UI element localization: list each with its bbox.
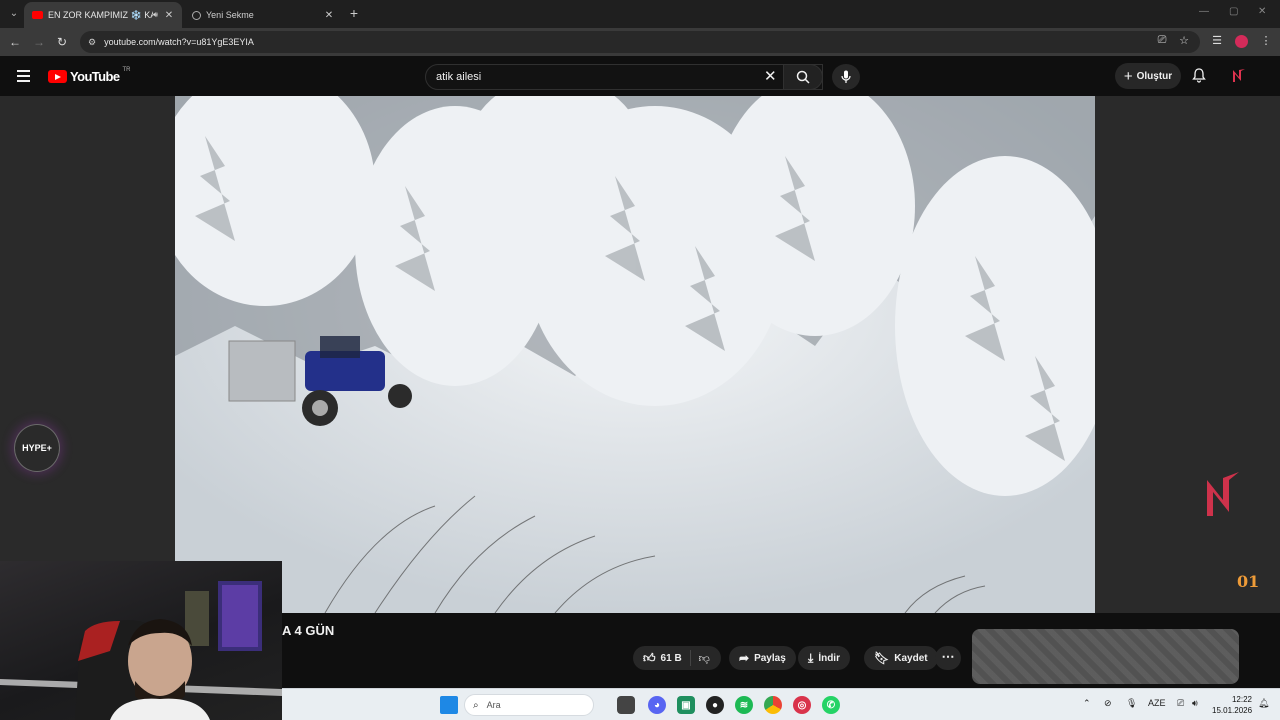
search-button[interactable] [783, 64, 823, 90]
bookmark-star-icon[interactable]: ☆ [1177, 34, 1191, 47]
hype-badge: HYPE+ [14, 424, 60, 472]
spotify-icon[interactable]: ≋ [735, 696, 753, 714]
new-tab-plus-icon[interactable]: + [347, 6, 361, 20]
tab-search-chevron-icon[interactable]: ⌄ [6, 6, 22, 22]
site-info-icon[interactable]: ⚙ [88, 37, 96, 48]
obs-icon[interactable]: ● [706, 696, 724, 714]
taskbar-search[interactable]: ⌕ Ara [464, 694, 594, 716]
youtube-header: YouTube TR atik ailesi ✕ + Oluştur [0, 56, 1280, 96]
app-green-icon[interactable]: ▣ [677, 696, 695, 714]
share-button[interactable]: ➦ Paylaş [729, 646, 796, 670]
download-icon: ⤓ [808, 650, 814, 665]
thumbs-down-icon: 👎︎ [698, 652, 710, 665]
minimize-icon[interactable]: — [1199, 6, 1209, 17]
keyboard-language[interactable]: AZE [1148, 698, 1166, 708]
download-button[interactable]: ⤓ İndir [798, 646, 850, 670]
channel-avatar-icon[interactable] [1232, 68, 1246, 83]
logo-wordmark: YouTube [70, 69, 120, 84]
network-icon[interactable]: ⎚ [1177, 698, 1184, 709]
windows-start-icon[interactable] [440, 696, 458, 714]
globe-icon [192, 10, 201, 20]
close-window-icon[interactable]: ✕ [1258, 6, 1266, 17]
video-title: A 4 GÜN [282, 623, 335, 638]
youtube-logo[interactable]: YouTube TR [48, 66, 131, 84]
profile-avatar[interactable] [1235, 35, 1248, 48]
taskbar-clock[interactable]: 12:22 15.01.2026 [1212, 694, 1252, 716]
search-icon [796, 70, 810, 84]
browser-tab-strip: ⌄ EN ZOR KAMPIMIZ ❄️ KAR 🔊︎ ✕ Yeni Sekme… [0, 0, 1280, 28]
tab-title: Yeni Sekme [206, 10, 254, 20]
create-label: Oluştur [1136, 70, 1173, 82]
url-text: youtube.com/watch?v=u81YgE3EYIA [104, 37, 254, 47]
tray-mic-icon[interactable]: 🎙︎ [1126, 698, 1137, 709]
thumbs-up-icon: 👍︎ [643, 650, 656, 665]
webcam-person-image [0, 581, 282, 720]
browser-toolbar: ← → ↻ ⚙ youtube.com/watch?v=u81YgE3EYIA … [0, 28, 1280, 56]
reading-list-icon[interactable]: ☰ [1210, 34, 1224, 47]
volume-icon[interactable]: 🔊︎ [1192, 698, 1198, 709]
more-actions-button[interactable]: ⋯ [935, 646, 961, 670]
microphone-icon [841, 70, 851, 83]
voice-search-button[interactable] [832, 64, 860, 90]
tab-new[interactable]: Yeni Sekme ✕ [184, 2, 342, 28]
tab-video[interactable]: EN ZOR KAMPIMIZ ❄️ KAR 🔊︎ ✕ [24, 2, 182, 28]
cast-icon[interactable]: ⎚ [1155, 34, 1169, 47]
clock-date: 15.01.2026 [1212, 706, 1253, 715]
bookmark-icon: 🔖︎ [874, 651, 890, 665]
tab-title: EN ZOR KAMPIMIZ ❄️ KAR [48, 9, 153, 20]
taskbar-file-explorer-icon[interactable] [617, 696, 635, 714]
discord-icon[interactable]: ◕ [648, 696, 666, 714]
recommendation-card[interactable] [972, 629, 1239, 684]
channel-badge: 01 [1237, 572, 1260, 591]
tray-app-icon[interactable]: ⊘ [1104, 698, 1112, 709]
app-red-icon[interactable]: ◎ [793, 696, 811, 714]
search-icon: ⌕ [473, 699, 479, 711]
like-count: 61 B [660, 652, 682, 664]
save-label: Kaydet [894, 652, 928, 664]
close-tab-icon[interactable]: ✕ [164, 10, 174, 21]
like-dislike-group: 👍︎ 61 B 👎︎ [633, 646, 721, 670]
forward-arrow-icon[interactable]: → [31, 34, 47, 50]
chrome-icon[interactable] [764, 696, 782, 714]
tray-chevron-icon[interactable]: ⌃ [1083, 698, 1091, 709]
whatsapp-icon[interactable]: ✆ [822, 696, 840, 714]
like-button[interactable]: 👍︎ 61 B [633, 650, 691, 666]
share-label: Paylaş [754, 652, 786, 664]
create-button[interactable]: + Oluştur [1115, 63, 1181, 89]
video-player[interactable] [175, 96, 1095, 613]
streamer-logo-icon [1207, 472, 1239, 516]
plus-icon: + [1123, 67, 1133, 85]
address-bar[interactable]: ⚙ youtube.com/watch?v=u81YgE3EYIA [80, 31, 1200, 53]
menu-kebab-icon[interactable]: ⋮ [1259, 34, 1273, 47]
taskbar-search-placeholder: Ara [486, 700, 501, 710]
close-tab-icon[interactable]: ✕ [324, 10, 334, 21]
save-button[interactable]: 🔖︎ Kaydet [864, 646, 938, 670]
windows-taskbar: ⌕ Ara ◕ ▣ ● ≋ ◎ ✆ ⌃ ⊘ 🎙︎ AZE ⎚ 🔊︎ 12:22 … [282, 688, 1280, 720]
notifications-bell-icon[interactable] [1192, 68, 1206, 86]
video-frame-snowy-forest [175, 96, 1095, 613]
webcam-overlay [0, 561, 282, 720]
hamburger-menu-icon[interactable] [17, 70, 30, 82]
youtube-play-icon [48, 70, 67, 83]
share-arrow-icon: ➦ [739, 651, 750, 665]
notification-bell-icon[interactable]: 🔔︎ [1258, 698, 1269, 709]
region-code: TR [122, 66, 131, 73]
youtube-favicon-icon [32, 11, 43, 19]
download-label: İndir [818, 652, 840, 664]
search-input[interactable]: atik ailesi ✕ [425, 64, 823, 90]
dislike-button[interactable]: 👎︎ [691, 652, 720, 665]
reload-icon[interactable]: ↻ [54, 34, 70, 50]
clear-search-icon[interactable]: ✕ [764, 69, 777, 85]
speaker-icon[interactable]: 🔊︎ [153, 10, 158, 20]
clock-time: 12:22 [1231, 695, 1252, 704]
search-query-text: atik ailesi [436, 71, 482, 83]
back-arrow-icon[interactable]: ← [7, 34, 23, 50]
maximize-icon[interactable]: ▢ [1229, 6, 1238, 17]
